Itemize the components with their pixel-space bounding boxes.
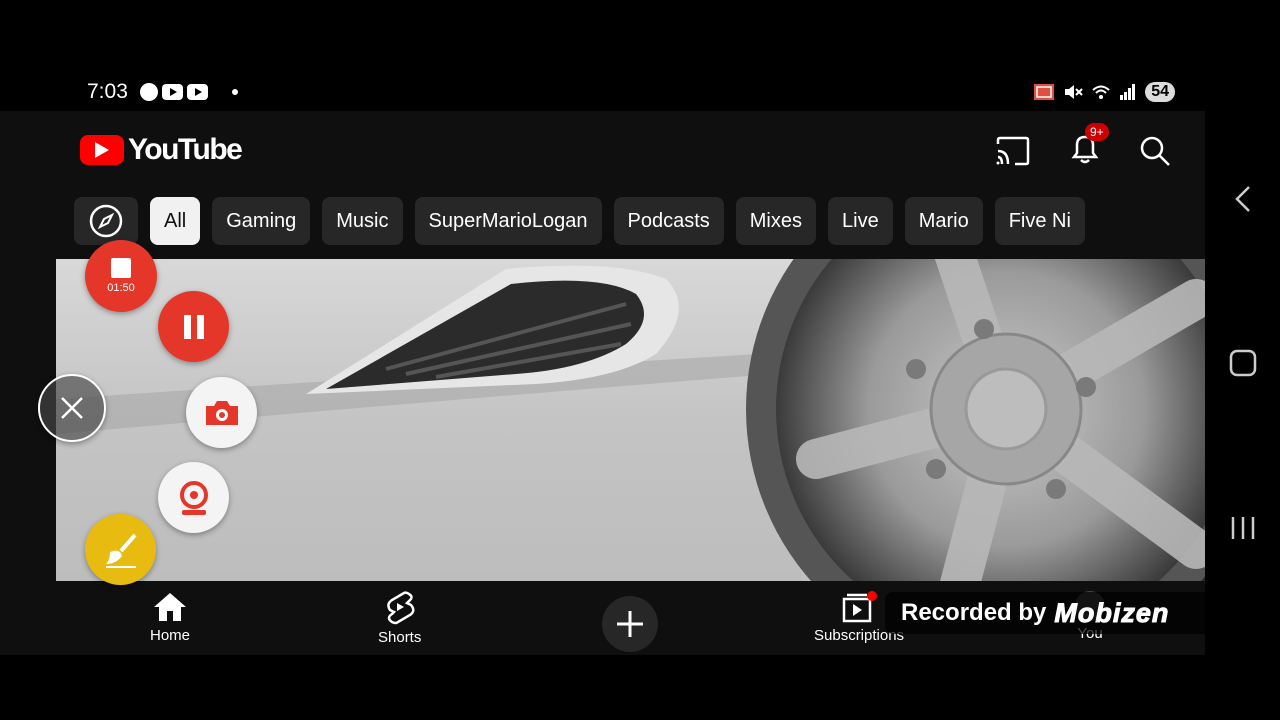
battery-level: 54 — [1145, 82, 1175, 102]
android-navigation-bar — [1205, 65, 1280, 655]
more-notifications-dot — [232, 89, 238, 95]
mute-icon — [1065, 85, 1083, 99]
chip-mixes[interactable]: Mixes — [735, 197, 816, 245]
pause-icon — [183, 314, 204, 339]
home-square-icon[interactable] — [1229, 349, 1257, 377]
nav-shorts-label: Shorts — [378, 629, 422, 646]
category-chips: All Gaming Music SuperMarioLogan Podcast… — [74, 197, 1085, 245]
youtube-wordmark: YouTube — [128, 133, 243, 166]
close-icon — [61, 397, 83, 419]
chip-music[interactable]: Music — [322, 197, 403, 245]
subscriptions-icon — [842, 591, 878, 623]
chip-podcasts[interactable]: Podcasts — [613, 197, 724, 245]
mobizen-logo: Mobizen — [1054, 597, 1170, 628]
recording-timer: 01:50 — [107, 282, 135, 294]
status-notification-icons — [140, 83, 238, 101]
phone-screen: 7:03 54 YouTube 9+ All Gaming Music Supe… — [0, 65, 1205, 655]
chip-live[interactable]: Live — [828, 197, 893, 245]
plus-icon — [617, 611, 643, 637]
youtube-play-icon — [80, 135, 124, 165]
nav-shorts[interactable]: Shorts — [378, 591, 421, 646]
mobizen-status-icon — [140, 83, 158, 101]
webcam-icon — [179, 480, 208, 515]
status-right-icons: 54 — [1033, 82, 1175, 102]
search-icon[interactable] — [1139, 135, 1171, 167]
create-button[interactable] — [602, 596, 658, 652]
home-icon — [154, 593, 186, 621]
camera-icon — [205, 400, 238, 425]
chip-all[interactable]: All — [150, 197, 201, 245]
chip-five-nights[interactable]: Five Ni — [994, 197, 1085, 245]
shorts-icon — [386, 591, 415, 625]
status-time: 7:03 — [87, 80, 128, 103]
youtube-status-icon — [162, 84, 183, 100]
screenshot-button[interactable] — [186, 377, 257, 448]
compass-icon — [89, 204, 123, 238]
chip-gaming[interactable]: Gaming — [212, 197, 311, 245]
top-app-bar: YouTube 9+ — [0, 111, 1205, 187]
nav-home[interactable]: Home — [150, 591, 190, 644]
chip-supermariologan[interactable]: SuperMarioLogan — [414, 197, 602, 245]
back-icon[interactable] — [1233, 185, 1253, 213]
cast-status-icon — [1034, 84, 1055, 100]
recents-icon[interactable] — [1229, 515, 1257, 541]
brush-icon — [105, 533, 137, 568]
top-actions: 9+ — [995, 123, 1171, 170]
youtube-logo[interactable]: YouTube — [80, 133, 243, 167]
close-recorder-button[interactable] — [38, 374, 106, 442]
draw-button[interactable] — [85, 514, 156, 585]
nav-home-label: Home — [150, 627, 191, 644]
pause-recording-button[interactable] — [158, 291, 229, 362]
notifications-button[interactable]: 9+ — [1069, 123, 1109, 170]
stop-icon — [111, 258, 131, 278]
chip-mario[interactable]: Mario — [904, 197, 983, 245]
wifi-icon — [1092, 85, 1110, 99]
notification-badge: 9+ — [1085, 123, 1109, 141]
signal-icon — [1120, 84, 1136, 100]
recording-watermark: Recorded by Mobizen — [885, 592, 1237, 634]
watermark-text: Recorded by — [901, 599, 1047, 626]
explore-chip[interactable] — [74, 197, 138, 245]
facecam-button[interactable] — [158, 462, 229, 533]
youtube-status-icon-2 — [187, 84, 208, 100]
stop-recording-button[interactable]: 01:50 — [85, 240, 157, 312]
cast-icon[interactable] — [995, 136, 1031, 166]
status-bar: 7:03 54 — [0, 65, 1205, 111]
